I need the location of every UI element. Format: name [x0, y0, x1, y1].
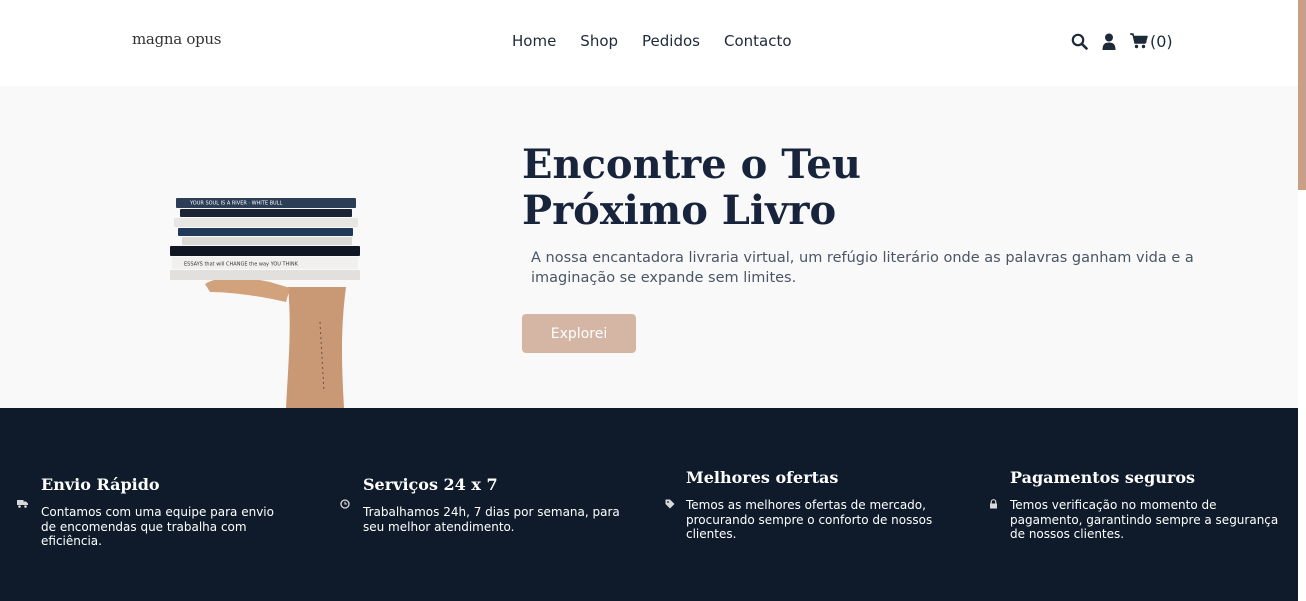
header-actions: (0)	[1070, 31, 1173, 51]
nav-contacto[interactable]: Contacto	[724, 32, 792, 50]
main-nav: Home Shop Pedidos Contacto	[512, 32, 792, 50]
feature-title: Pagamentos seguros	[1010, 468, 1196, 487]
site-logo[interactable]: magna opus	[132, 30, 221, 48]
nav-shop[interactable]: Shop	[580, 32, 618, 50]
user-icon[interactable]	[1100, 31, 1118, 51]
clock-icon	[340, 499, 352, 511]
svg-text:YOUR SOUL IS A RIVER · WHITE B: YOUR SOUL IS A RIVER · WHITE BULL	[189, 201, 282, 207]
cart-icon	[1130, 31, 1148, 51]
nav-pedidos[interactable]: Pedidos	[642, 32, 700, 50]
search-icon[interactable]	[1070, 31, 1088, 51]
scrollbar-thumb[interactable]	[1298, 0, 1306, 190]
hero-title-line1: Encontre o Teu	[522, 141, 861, 188]
tag-icon	[665, 499, 677, 511]
hero-subtitle: A nossa encantadora livraria virtual, um…	[531, 250, 1194, 286]
hero-books-image: YOUR SOUL IS A RIVER · WHITE BULL ESSAYS…	[160, 192, 370, 408]
explore-button[interactable]: Explorei	[522, 314, 636, 353]
cart-button[interactable]: (0)	[1130, 31, 1173, 51]
feature-text: Contamos com uma equipe para envio de en…	[41, 505, 274, 548]
site-header: magna opus Home Shop Pedidos Contacto (0…	[0, 0, 1298, 86]
feature-title: Serviços 24 x 7	[363, 475, 498, 494]
hero-title-line2: Próximo Livro	[522, 187, 837, 234]
nav-home[interactable]: Home	[512, 32, 556, 50]
svg-text:ESSAYS that will CHANGE the wa: ESSAYS that will CHANGE the way YOU THIN…	[184, 262, 299, 268]
truck-icon	[17, 499, 29, 511]
feature-text: Trabalhamos 24h, 7 dias por semana, para…	[363, 505, 620, 534]
feature-text: Temos as melhores ofertas de mercado, pr…	[686, 498, 933, 541]
hero-title: Encontre o Teu Próximo Livro	[522, 142, 942, 234]
feature-title: Envio Rápido	[41, 475, 160, 494]
cart-count: (0)	[1150, 31, 1173, 51]
feature-title: Melhores ofertas	[686, 468, 839, 487]
lock-icon	[989, 499, 1001, 511]
hero-section: YOUR SOUL IS A RIVER · WHITE BULL ESSAYS…	[0, 86, 1298, 408]
features-section: Envio Rápido Contamos com uma equipe par…	[0, 408, 1298, 601]
feature-text: Temos verificação no momento de pagament…	[1010, 498, 1279, 541]
